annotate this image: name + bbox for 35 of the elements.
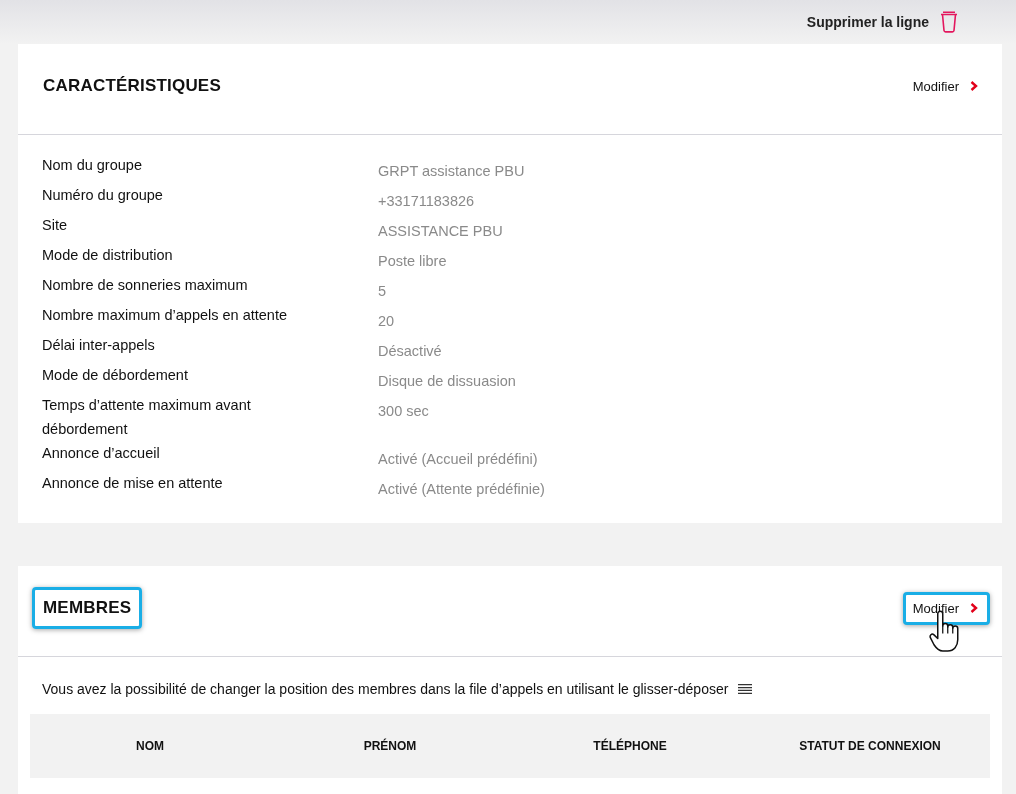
column-header: PRÉNOM — [362, 739, 418, 753]
field-value: Activé (Attente prédéfinie) — [378, 480, 546, 499]
field-label: Nombre maximum d’appels en attente — [42, 306, 288, 325]
field-value: Poste libre — [378, 252, 448, 271]
field-label: Numéro du groupe — [42, 186, 164, 205]
field-value: ASSISTANCE PBU — [378, 222, 504, 241]
field-value: +33171183826 — [378, 192, 476, 211]
field-value: GRPT assistance PBU — [378, 162, 526, 181]
field-value: 20 — [378, 312, 396, 331]
chevron-right-icon — [970, 603, 978, 613]
field-label: Annonce de mise en attente — [42, 474, 224, 493]
delete-line-button[interactable]: Supprimer la ligne — [806, 11, 958, 33]
lines-icon — [738, 684, 753, 694]
trash-icon — [940, 11, 958, 33]
column-header: STATUT DE CONNEXION — [798, 739, 942, 753]
field-value: 300 sec — [378, 402, 430, 421]
chevron-right-icon — [970, 81, 978, 91]
field-label: Nombre de sonneries maximum — [42, 276, 249, 295]
drag-drop-hint: Vous avez la possibilité de changer la position des membres dans la file d’appels en utilisant le glisser-déposer — [42, 680, 729, 699]
field-value: Activé (Accueil prédéfini) — [378, 450, 539, 469]
field-label: Nom du groupe — [42, 156, 143, 175]
field-label: Mode de distribution — [42, 246, 174, 265]
field-label: Temps d’attente maximum avant débordement — [42, 396, 252, 439]
field-value: 5 — [378, 282, 388, 301]
field-label: Mode de débordement — [42, 366, 189, 385]
section-title: CARACTÉRISTIQUES — [42, 75, 222, 97]
column-header: NOM — [135, 739, 165, 753]
field-label: Annonce d’accueil — [42, 444, 161, 463]
column-header: TÉLÉPHONE — [592, 739, 668, 753]
edit-link[interactable]: Modifier — [902, 591, 990, 625]
field-value: Disque de dissuasion — [378, 372, 517, 391]
field-label: Site — [42, 216, 68, 235]
field-value: Désactivé — [378, 342, 443, 361]
section-title: MEMBRES — [32, 587, 143, 629]
field-label: Délai inter-appels — [42, 336, 156, 355]
